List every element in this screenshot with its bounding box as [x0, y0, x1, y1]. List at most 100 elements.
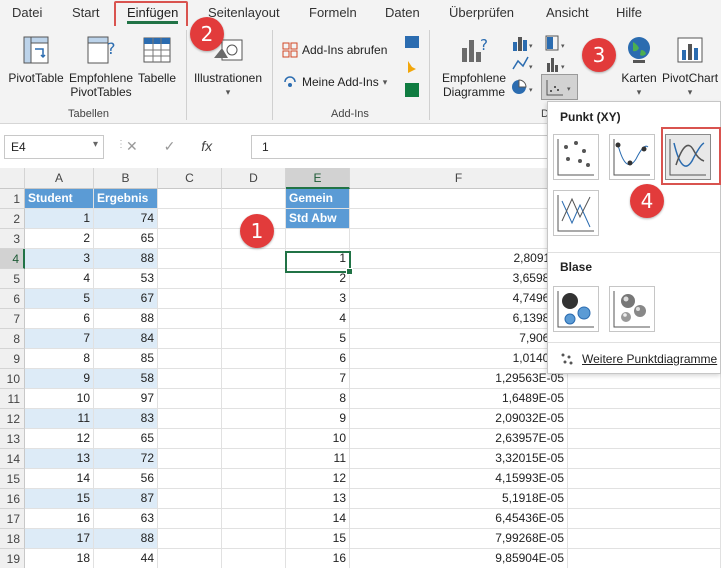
cell-F5[interactable]: 3,65984E [350, 269, 568, 289]
tab-datei[interactable]: Datei [12, 5, 42, 20]
cell-G17[interactable] [568, 509, 721, 529]
cell-G15[interactable] [568, 469, 721, 489]
cell-C10[interactable] [158, 369, 222, 389]
cell-A10[interactable]: 9 [25, 369, 94, 389]
confirm-icon[interactable]: ✓ [164, 138, 176, 154]
cell-D11[interactable] [222, 389, 286, 409]
cell-C16[interactable] [158, 489, 222, 509]
cell-E4[interactable]: 1 [286, 249, 350, 269]
cell-D6[interactable] [222, 289, 286, 309]
cell-G18[interactable] [568, 529, 721, 549]
cell-E11[interactable]: 8 [286, 389, 350, 409]
line-chart-icon[interactable]: ▾ [511, 55, 535, 73]
cell-A6[interactable]: 5 [25, 289, 94, 309]
cell-A17[interactable]: 16 [25, 509, 94, 529]
cell-A7[interactable]: 6 [25, 309, 94, 329]
row-header[interactable]: 10 [0, 369, 25, 389]
cell-D10[interactable] [222, 369, 286, 389]
cell-B14[interactable]: 72 [94, 449, 158, 469]
karten-button[interactable]: Karten ▾ [618, 34, 660, 99]
column-chart-icon[interactable]: ▾ [511, 34, 535, 52]
cell-E14[interactable]: 11 [286, 449, 350, 469]
row-header[interactable]: 4 [0, 249, 25, 269]
row-header[interactable]: 18 [0, 529, 25, 549]
cell-B13[interactable]: 65 [94, 429, 158, 449]
cell-E13[interactable]: 10 [286, 429, 350, 449]
cell-F17[interactable]: 6,45436E-05 [350, 509, 568, 529]
scatter-smooth-markers-option[interactable] [609, 134, 655, 180]
cell-A13[interactable]: 12 [25, 429, 94, 449]
cell-F9[interactable]: 1,01407E [350, 349, 568, 369]
cell-A1[interactable]: Student [25, 189, 94, 209]
cell-G11[interactable] [568, 389, 721, 409]
formula-input[interactable]: 1 [251, 135, 551, 159]
row-header[interactable]: 1 [0, 189, 25, 209]
row-header[interactable]: 13 [0, 429, 25, 449]
people-graph-icon[interactable] [404, 82, 420, 98]
row-header[interactable]: 11 [0, 389, 25, 409]
scatter-chart-button[interactable]: ▾ [541, 74, 578, 100]
cell-F2[interactable] [350, 209, 568, 229]
cell-D5[interactable] [222, 269, 286, 289]
row-header[interactable]: 14 [0, 449, 25, 469]
cell-F4[interactable]: 2,80911E [350, 249, 568, 269]
row-header[interactable]: 17 [0, 509, 25, 529]
cell-A16[interactable]: 15 [25, 489, 94, 509]
cell-E18[interactable]: 15 [286, 529, 350, 549]
column-header-f[interactable]: F [350, 168, 568, 189]
scatter-straight-lines-option[interactable] [553, 190, 599, 236]
row-header[interactable]: 15 [0, 469, 25, 489]
tab-hilfe[interactable]: Hilfe [616, 5, 642, 20]
cell-C17[interactable] [158, 509, 222, 529]
tabelle-button[interactable]: Tabelle [136, 34, 178, 85]
cell-F1[interactable]: 69 [350, 189, 568, 209]
pivottable-button[interactable]: PivotTable [6, 34, 66, 85]
cell-E5[interactable]: 2 [286, 269, 350, 289]
cell-E16[interactable]: 13 [286, 489, 350, 509]
cell-G13[interactable] [568, 429, 721, 449]
cell-A14[interactable]: 13 [25, 449, 94, 469]
cell-A9[interactable]: 8 [25, 349, 94, 369]
cell-G19[interactable] [568, 549, 721, 568]
hierarchy-chart-icon[interactable]: ▾ [545, 34, 569, 52]
cell-G16[interactable] [568, 489, 721, 509]
cell-D12[interactable] [222, 409, 286, 429]
tab-start[interactable]: Start [72, 5, 99, 20]
tab-ueberpruefen[interactable]: Überprüfen [449, 5, 514, 20]
cell-F14[interactable]: 3,32015E-05 [350, 449, 568, 469]
cell-C9[interactable] [158, 349, 222, 369]
cell-A19[interactable]: 18 [25, 549, 94, 568]
cell-C6[interactable] [158, 289, 222, 309]
row-header[interactable]: 5 [0, 269, 25, 289]
tab-formeln[interactable]: Formeln [309, 5, 357, 20]
cell-E19[interactable]: 16 [286, 549, 350, 568]
cell-F7[interactable]: 6,13986E [350, 309, 568, 329]
cell-D14[interactable] [222, 449, 286, 469]
bubble-3d-option[interactable] [609, 286, 655, 332]
row-header[interactable]: 12 [0, 409, 25, 429]
cell-F19[interactable]: 9,85904E-05 [350, 549, 568, 568]
cell-F15[interactable]: 4,15993E-05 [350, 469, 568, 489]
row-header[interactable]: 9 [0, 349, 25, 369]
meine-addins-button[interactable]: Meine Add-Ins ▾ [282, 74, 387, 90]
cell-B17[interactable]: 63 [94, 509, 158, 529]
cell-B6[interactable]: 67 [94, 289, 158, 309]
cell-A8[interactable]: 7 [25, 329, 94, 349]
cell-C18[interactable] [158, 529, 222, 549]
cell-A12[interactable]: 11 [25, 409, 94, 429]
cell-C7[interactable] [158, 309, 222, 329]
cell-F18[interactable]: 7,99268E-05 [350, 529, 568, 549]
cell-B9[interactable]: 85 [94, 349, 158, 369]
bubble-option[interactable] [553, 286, 599, 332]
pie-chart-icon[interactable]: ▾ [511, 78, 535, 96]
cell-C19[interactable] [158, 549, 222, 568]
cell-D4[interactable] [222, 249, 286, 269]
cell-A4[interactable]: 3 [25, 249, 94, 269]
scatter-smooth-lines-option[interactable] [665, 134, 711, 180]
cell-D1[interactable] [222, 189, 286, 209]
cell-F6[interactable]: 4,74962E [350, 289, 568, 309]
fx-icon[interactable]: fx [201, 138, 212, 154]
cell-C5[interactable] [158, 269, 222, 289]
chevron-down-icon[interactable]: ▾ [93, 139, 98, 150]
cell-E3[interactable] [286, 229, 350, 249]
